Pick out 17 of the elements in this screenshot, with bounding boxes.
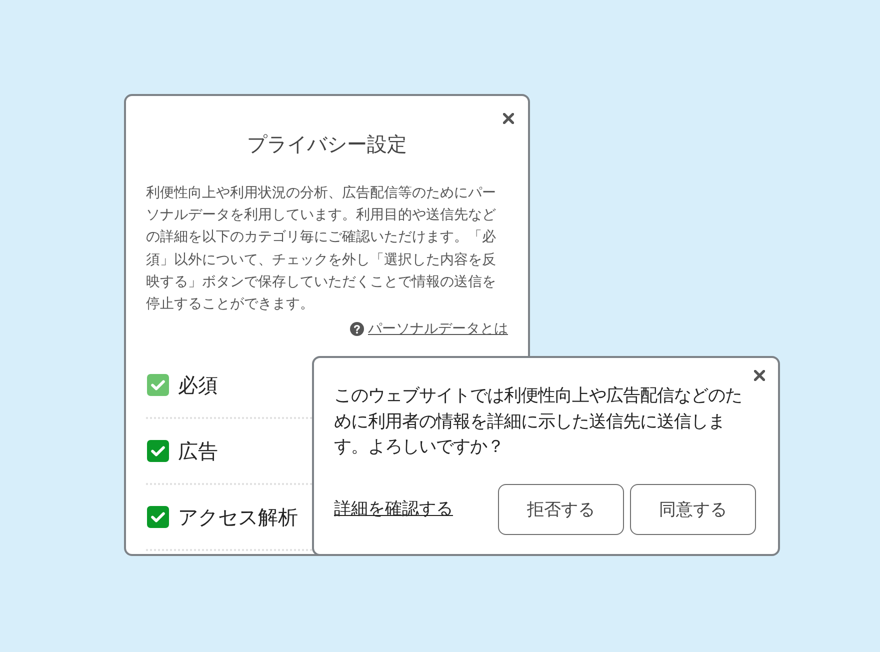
category-label: 広告 [178, 438, 218, 466]
category-label: 必須 [178, 372, 218, 400]
details-link[interactable]: 詳細を確認する [334, 497, 453, 521]
category-label: アクセス解析 [178, 504, 298, 532]
close-icon [503, 113, 514, 124]
checkbox[interactable] [147, 506, 169, 528]
dialog-title: プライバシー設定 [246, 131, 408, 158]
consent-button[interactable]: 拒否する [498, 484, 624, 534]
checkbox[interactable] [147, 440, 169, 462]
consent-button[interactable]: 同意する [630, 484, 756, 534]
close-icon [754, 370, 765, 381]
personal-data-link[interactable]: パーソナルデータとは [368, 320, 508, 338]
close-button[interactable] [503, 113, 514, 124]
close-button[interactable] [754, 370, 765, 381]
description-text: 利便性向上や利用状況の分析、広告配信等のためにパーソナルデータを利用しています。利用目的や送信先などの詳細を以下のカテゴリ毎にご確認いただけます。「必須」以外について、チェックを外し「選択した内容を反映する」ボタンで保存していただくことで情報の送信を停止することができます。 [146, 184, 497, 314]
consent-message: このウェブサイトでは利便性向上や広告配信などのために利用者の情報を詳細に示した送信先に送信します。よろしいですか？ [334, 385, 743, 459]
help-icon [350, 322, 364, 336]
